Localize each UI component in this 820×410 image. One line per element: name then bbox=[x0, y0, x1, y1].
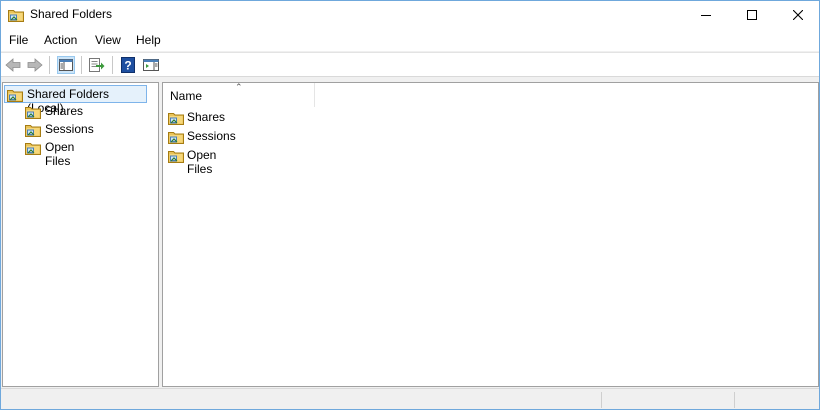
menu-view[interactable]: View bbox=[95, 33, 121, 47]
tree-item-label: Sessions bbox=[45, 122, 94, 136]
help-button[interactable]: ? bbox=[119, 56, 137, 74]
window-title: Shared Folders bbox=[30, 7, 113, 21]
action-pane-icon bbox=[143, 59, 159, 71]
shared-folders-window: Shared Folders File Action View Help ? S… bbox=[0, 0, 820, 410]
export-list-icon bbox=[89, 58, 105, 72]
menu-help[interactable]: Help bbox=[136, 33, 161, 47]
tree-item-label: Shares bbox=[45, 104, 84, 118]
svg-text:?: ? bbox=[124, 59, 131, 73]
toolbar-separator bbox=[112, 56, 113, 74]
show-hide-action-pane-button[interactable] bbox=[142, 56, 160, 74]
maximize-icon bbox=[747, 10, 757, 20]
column-header-name[interactable]: ⌃ Name bbox=[163, 82, 315, 107]
minimize-icon bbox=[701, 15, 711, 16]
title-bar[interactable]: Shared Folders bbox=[1, 1, 819, 29]
shared-folder-icon bbox=[25, 141, 41, 155]
maximize-button[interactable] bbox=[729, 1, 775, 29]
close-icon bbox=[793, 10, 803, 20]
shared-folder-icon bbox=[168, 149, 184, 163]
menu-action[interactable]: Action bbox=[44, 33, 77, 47]
help-icon: ? bbox=[121, 57, 135, 73]
shared-folder-icon bbox=[25, 105, 41, 119]
tree-item-shared-folders-local[interactable]: Shared Folders (Local) bbox=[4, 85, 147, 115]
status-bar-separator bbox=[601, 392, 602, 408]
details-pane[interactable]: ⌃ Name Shares Sessions Open Files bbox=[162, 82, 819, 387]
console-tree-icon bbox=[59, 59, 73, 71]
toolbar-separator bbox=[49, 56, 50, 74]
forward-button[interactable] bbox=[26, 56, 44, 74]
column-header-label: Name bbox=[170, 89, 203, 103]
shared-folder-icon bbox=[7, 88, 23, 102]
menu-bar: File Action View Help bbox=[1, 29, 819, 51]
back-button[interactable] bbox=[4, 56, 22, 74]
status-bar bbox=[1, 388, 819, 409]
arrow-right-icon bbox=[27, 58, 43, 72]
toolbar: ? bbox=[1, 52, 819, 77]
status-bar-separator bbox=[734, 392, 735, 408]
tree-item-label: Open Files bbox=[45, 140, 75, 168]
shared-folder-icon bbox=[168, 130, 184, 144]
list-item-label: Shares bbox=[187, 110, 226, 124]
arrow-left-icon bbox=[5, 58, 21, 72]
close-button[interactable] bbox=[775, 1, 820, 29]
shared-folder-icon bbox=[168, 111, 184, 125]
export-list-button[interactable] bbox=[88, 56, 106, 74]
console-tree[interactable]: Shared Folders (Local) Shares Sessions O… bbox=[2, 82, 159, 387]
toolbar-separator bbox=[81, 56, 82, 74]
show-hide-console-tree-button[interactable] bbox=[57, 56, 75, 74]
list-item-label: Sessions bbox=[187, 129, 236, 143]
shared-folder-icon bbox=[8, 8, 24, 22]
list-item-label: Open Files bbox=[187, 148, 217, 176]
minimize-button[interactable] bbox=[683, 1, 729, 29]
menu-file[interactable]: File bbox=[9, 33, 28, 47]
sort-ascending-icon: ⌃ bbox=[235, 82, 243, 92]
shared-folder-icon bbox=[25, 123, 41, 137]
